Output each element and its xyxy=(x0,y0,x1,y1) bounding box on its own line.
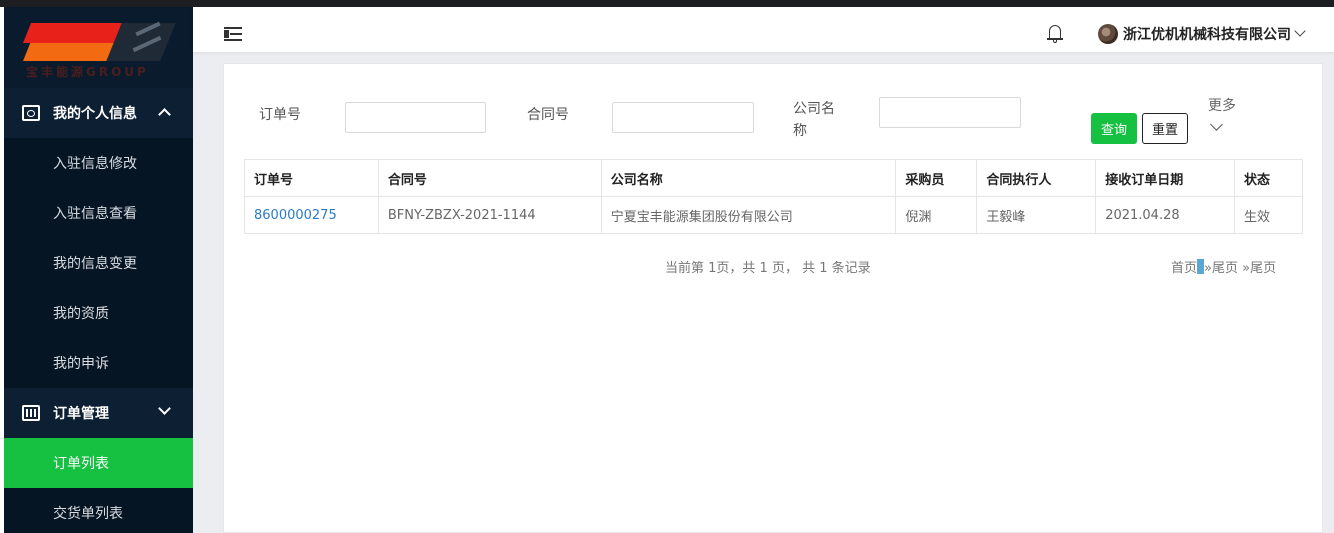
order-list-panel: 订单号 合同号 公司名 称 查询 重置 更多 订单号 合同号 公司名称 采购员 … xyxy=(223,63,1323,533)
company-name-label-line1: 公司名 xyxy=(793,101,835,117)
col-contract-executor: 合同执行人 xyxy=(976,159,1097,197)
contract-no-input[interactable] xyxy=(612,102,754,133)
last-page-link[interactable]: »尾页 xyxy=(1242,261,1276,276)
avatar[interactable] xyxy=(1098,24,1118,44)
table-header-row: 订单号 合同号 公司名称 采购员 合同执行人 接收订单日期 状态 xyxy=(244,159,1303,197)
col-company-name: 公司名称 xyxy=(600,159,897,197)
sidebar: 宝丰能源GROUP 我的个人信息 入驻信息修改 入驻信息查看 我的信息变更 我的… xyxy=(4,7,193,533)
company-name-label-line2: 称 xyxy=(793,123,807,139)
reset-button[interactable]: 重置 xyxy=(1142,113,1188,144)
current-page[interactable]: 1 xyxy=(1197,259,1205,274)
first-page-link[interactable]: 首页 xyxy=(1171,261,1197,276)
contract-no-label: 合同号 xyxy=(527,107,569,123)
chevron-down-icon[interactable] xyxy=(1294,25,1306,37)
order-no-link[interactable]: 8600000275 xyxy=(254,208,337,223)
company-name-input[interactable] xyxy=(879,97,1021,128)
order-no-input[interactable] xyxy=(345,102,486,133)
chart-icon xyxy=(22,405,40,421)
bell-icon[interactable] xyxy=(1047,25,1063,43)
menu-toggle-icon[interactable] xyxy=(224,27,242,42)
sidebar-item-settle-edit[interactable]: 入驻信息修改 xyxy=(4,138,193,188)
menu-group-personal-info[interactable]: 我的个人信息 xyxy=(4,88,193,138)
orders-table: 订单号 合同号 公司名称 采购员 合同执行人 接收订单日期 状态 8600000… xyxy=(244,159,1303,234)
col-received-date: 接收订单日期 xyxy=(1095,159,1236,197)
col-buyer: 采购员 xyxy=(895,159,978,197)
cell-contract-no: BFNY-ZBZX-2021-1144 xyxy=(377,196,602,234)
menu-group-order-management[interactable]: 订单管理 xyxy=(4,388,193,438)
top-strip xyxy=(0,0,1334,7)
sidebar-item-info-change[interactable]: 我的信息变更 xyxy=(4,238,193,288)
camera-icon xyxy=(22,105,40,121)
table-row: 8600000275 BFNY-ZBZX-2021-1144 宁夏宝丰能源集团股… xyxy=(244,196,1303,234)
menu-group-label: 我的个人信息 xyxy=(53,106,137,122)
sidebar-item-settle-view[interactable]: 入驻信息查看 xyxy=(4,188,193,238)
chevron-down-icon[interactable] xyxy=(1210,118,1223,131)
col-status: 状态 xyxy=(1234,159,1303,197)
chevron-up-icon xyxy=(158,108,171,121)
col-contract-no: 合同号 xyxy=(377,159,602,197)
pagination-summary: 当前第 1页，共 1 页， 共 1 条记录 xyxy=(665,261,871,276)
col-order-no: 订单号 xyxy=(244,159,379,197)
query-button[interactable]: 查询 xyxy=(1091,113,1137,144)
sidebar-item-appeal[interactable]: 我的申诉 xyxy=(4,338,193,388)
sidebar-item-order-list[interactable]: 订单列表 xyxy=(4,438,193,488)
chevron-down-icon xyxy=(158,402,171,415)
next-last-link[interactable]: »尾页 xyxy=(1204,261,1238,276)
logo-text: 宝丰能源GROUP xyxy=(26,65,149,79)
more-filters-toggle[interactable]: 更多 xyxy=(1208,95,1236,115)
logo: 宝丰能源GROUP xyxy=(4,7,193,88)
cell-buyer: 倪渊 xyxy=(895,196,978,234)
company-name[interactable]: 浙江优机机械科技有限公司 xyxy=(1123,24,1291,44)
menu-group-label: 订单管理 xyxy=(53,406,109,422)
header: 浙江优机机械科技有限公司 xyxy=(193,7,1334,52)
order-no-label: 订单号 xyxy=(259,107,301,123)
cell-executor: 王毅峰 xyxy=(976,196,1097,234)
sidebar-item-qualification[interactable]: 我的资质 xyxy=(4,288,193,338)
cell-company-name: 宁夏宝丰能源集团股份有限公司 xyxy=(600,196,897,234)
cell-status: 生效 xyxy=(1234,196,1303,234)
cell-received-date: 2021.04.28 xyxy=(1095,196,1236,234)
sidebar-item-delivery-list[interactable]: 交货单列表 xyxy=(4,488,193,533)
pagination: 首页1»尾页 »尾页 xyxy=(1171,257,1276,276)
